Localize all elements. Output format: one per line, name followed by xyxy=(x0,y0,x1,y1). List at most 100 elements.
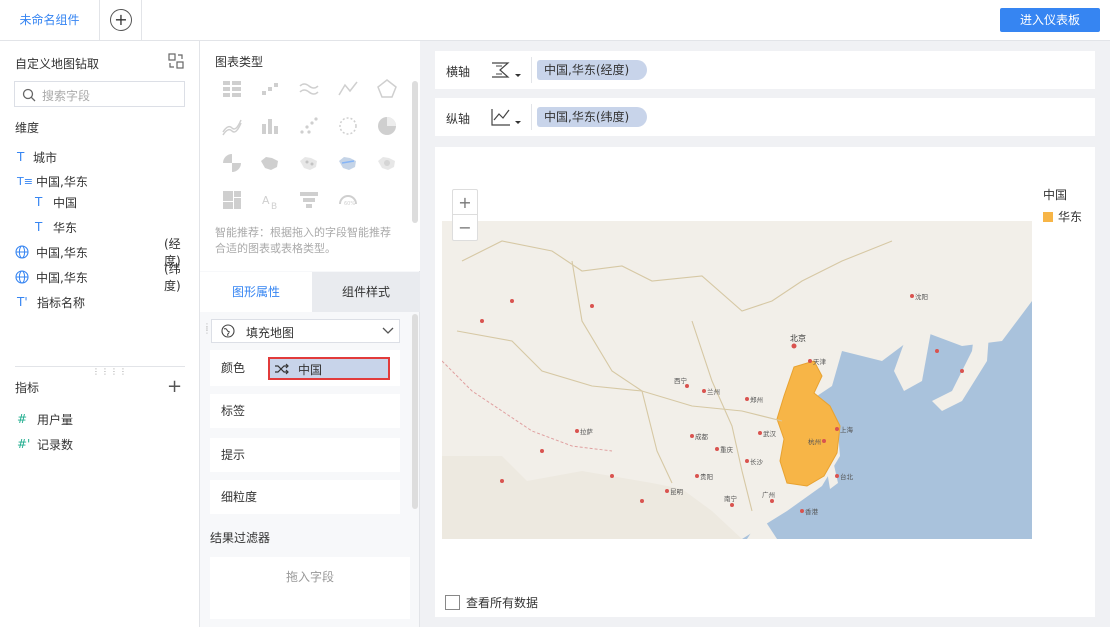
tab-unnamed-component[interactable]: 未命名组件 xyxy=(0,0,100,40)
city-label: 武汉 xyxy=(763,429,777,438)
x-axis-field-pill[interactable]: 中国,华东(经度) xyxy=(537,60,647,80)
search-placeholder: 搜索字段 xyxy=(42,89,91,103)
shuffle-icon xyxy=(275,363,289,375)
line-chart-icon[interactable] xyxy=(336,77,360,101)
x-axis-label: 横轴 xyxy=(446,65,471,79)
zoom-out-button[interactable]: − xyxy=(453,215,477,240)
dimension-field-child[interactable]: T 中国 xyxy=(35,193,77,211)
dimension-field-longitude[interactable]: 中国,华东 (经度) xyxy=(15,237,185,268)
view-all-label: 查看所有数据 xyxy=(466,596,539,610)
dimension-field-child[interactable]: T 华东 xyxy=(35,218,77,236)
scatter-bars-icon[interactable] xyxy=(258,77,282,101)
funnel-chart-icon[interactable] xyxy=(297,188,321,212)
dimension-section-label: 维度 xyxy=(15,121,40,135)
color-field-chip[interactable]: 中国 xyxy=(268,357,390,380)
dimension-field-metric-name[interactable]: T' 指标名称 xyxy=(17,293,85,311)
drag-handle-icon[interactable]: ⋮ ⋮ xyxy=(203,323,211,335)
search-field-input[interactable]: 搜索字段 xyxy=(14,81,185,107)
cross-table-icon[interactable] xyxy=(220,77,244,101)
chart-type-scrollbar[interactable] xyxy=(412,81,418,223)
dimension-field[interactable]: T 城市 xyxy=(17,148,57,166)
separator xyxy=(531,57,532,83)
city-label: 广州 xyxy=(762,490,775,499)
y-axis-row: 纵轴 中国,华东(纬度) xyxy=(435,98,1095,136)
label-property-row[interactable]: 标签 xyxy=(210,394,400,428)
dimension-field-latitude[interactable]: 中国,华东 (纬度) xyxy=(15,262,185,293)
text-type-icon: T xyxy=(35,195,43,209)
metric-section-label: 指标 xyxy=(15,381,40,395)
chart-type-label: 图表类型 xyxy=(215,55,264,69)
property-tabs: 图形属性 组件样式 xyxy=(200,272,420,312)
text-type-icon: T xyxy=(17,150,25,164)
resize-grip-icon[interactable]: ⋮⋮⋮⋮ xyxy=(92,367,128,376)
property-scrollbar[interactable] xyxy=(412,314,418,509)
city-marker xyxy=(791,343,797,349)
chart-config-panel: 图表类型 AB 60% 智能推荐：根据拖入的字段智能推荐合适的图表或表格类型。 … xyxy=(200,41,420,627)
legend-swatch xyxy=(1043,211,1053,222)
city-label: 重庆 xyxy=(720,445,734,454)
bubble-chart-icon[interactable] xyxy=(336,114,360,138)
number-type-icon: #' xyxy=(17,437,31,451)
rose-chart-icon[interactable] xyxy=(220,151,244,175)
area-chart-icon[interactable] xyxy=(220,114,244,138)
y-axis-label: 纵轴 xyxy=(446,112,471,126)
zoom-control: + − xyxy=(452,189,478,241)
city-label: 郑州 xyxy=(750,396,763,404)
number-type-icon: # xyxy=(17,412,28,426)
city-label: 贵阳 xyxy=(700,472,713,481)
chevron-down-icon xyxy=(382,327,394,334)
view-all-checkbox[interactable] xyxy=(445,595,460,610)
separator xyxy=(531,104,532,130)
tab-component-style[interactable]: 组件样式 xyxy=(312,272,420,312)
gauge-chart-icon[interactable]: 60% xyxy=(336,188,360,212)
region-map-icon[interactable] xyxy=(258,151,282,175)
city-label: 昆明 xyxy=(670,488,684,496)
switch-dataset-icon[interactable] xyxy=(168,53,184,69)
view-all-data-option[interactable]: 查看所有数据 xyxy=(445,594,538,611)
axis-chart-icon[interactable] xyxy=(490,107,524,127)
y-axis-field-pill[interactable]: 中国,华东(纬度) xyxy=(537,107,647,127)
text-type-icon: T' xyxy=(17,295,28,309)
map-svg: 北京 天津 上海 杭州 西宁 兰州 成都 重庆 拉萨 广州 南宁 香港 台北 郑… xyxy=(442,221,1032,539)
add-tab-button[interactable]: + xyxy=(101,0,142,40)
metric-field[interactable]: #' 记录数 xyxy=(17,435,73,453)
city-label: 台北 xyxy=(840,472,854,481)
pie-chart-icon[interactable] xyxy=(375,114,399,138)
wave-line-icon[interactable] xyxy=(297,77,321,101)
color-label: 颜色 xyxy=(221,361,246,375)
heat-map-icon[interactable] xyxy=(375,151,399,175)
granularity-property-row[interactable]: 细粒度 xyxy=(210,480,400,514)
radar-chart-icon[interactable] xyxy=(375,77,399,101)
axis-sort-icon[interactable] xyxy=(490,60,524,80)
tab-graphic-properties[interactable]: 图形属性 xyxy=(200,272,312,312)
svg-text:A: A xyxy=(262,194,270,207)
tooltip-property-row[interactable]: 提示 xyxy=(210,438,400,472)
map-type-select[interactable]: 填充地图 xyxy=(211,319,400,343)
result-filter-label: 结果过滤器 xyxy=(210,531,271,545)
treemap-icon[interactable] xyxy=(220,188,244,212)
word-cloud-icon[interactable]: AB xyxy=(258,188,282,212)
city-label: 沈阳 xyxy=(915,292,928,301)
hierarchy-type-icon: T≡ xyxy=(17,174,33,188)
scatter-chart-icon[interactable] xyxy=(297,114,321,138)
filter-drop-zone[interactable]: 拖入字段 xyxy=(210,557,410,619)
zoom-in-button[interactable]: + xyxy=(453,190,477,215)
metric-field[interactable]: # 用户量 xyxy=(17,410,73,428)
legend-item[interactable]: 华东 xyxy=(1043,208,1082,225)
city-label: 成都 xyxy=(695,432,709,441)
point-map-icon[interactable] xyxy=(297,151,321,175)
add-metric-icon[interactable]: + xyxy=(167,376,182,397)
flow-map-icon[interactable] xyxy=(336,151,360,175)
field-panel: 自定义地图钻取 搜索字段 维度 T 城市 T≡ 中国,华东 T 中国 T 华东 … xyxy=(0,41,200,627)
china-fill-map[interactable]: 北京 天津 上海 杭州 西宁 兰州 成都 重庆 拉萨 广州 南宁 香港 台北 郑… xyxy=(442,221,1032,539)
globe-icon xyxy=(221,324,235,338)
city-label: 上海 xyxy=(840,425,854,434)
city-label: 香港 xyxy=(805,507,819,516)
search-icon xyxy=(22,88,36,102)
color-field-label: 中国 xyxy=(298,363,323,377)
plus-icon: + xyxy=(110,9,132,31)
bar-chart-icon[interactable] xyxy=(258,114,282,138)
enter-dashboard-button[interactable]: 进入仪表板 xyxy=(1000,8,1100,32)
dimension-field-hierarchy[interactable]: T≡ 中国,华东 xyxy=(17,172,88,190)
dataset-title: 自定义地图钻取 xyxy=(15,57,100,71)
